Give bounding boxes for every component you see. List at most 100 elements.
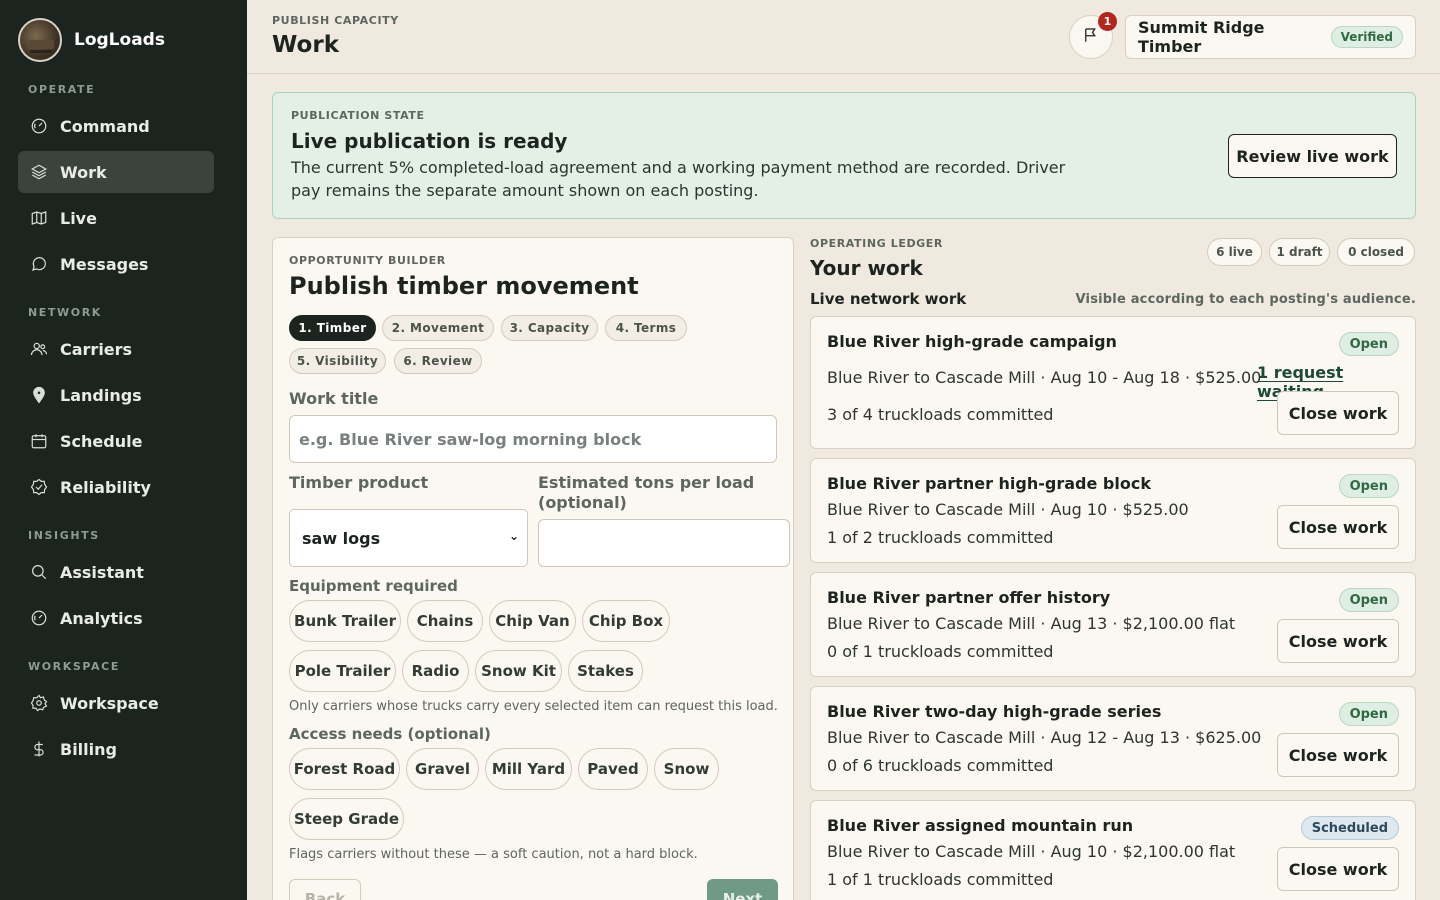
next-button[interactable]: Next	[707, 879, 778, 900]
close-work-button[interactable]: Close work	[1277, 619, 1399, 663]
section-label-operate: OPERATE	[28, 83, 96, 96]
close-work-button[interactable]: Close work	[1277, 505, 1399, 549]
step-visibility[interactable]: 5. Visibility	[289, 348, 386, 374]
step-movement[interactable]: 2. Movement	[382, 315, 494, 341]
sidebar-item-label: Schedule	[60, 431, 143, 451]
calendar-icon	[30, 432, 48, 450]
page-header: PUBLISH CAPACITY Work 1 Summit Ridge Tim…	[247, 0, 1440, 74]
access-pill[interactable]: Forest Road	[289, 748, 400, 790]
equipment-hint: Only carriers whose trucks carry every s…	[289, 699, 778, 714]
step-terms[interactable]: 4. Terms	[605, 315, 687, 341]
status-badge: Open	[1338, 702, 1399, 726]
sidebar-item-label: Live	[60, 208, 97, 228]
sidebar-item-landings[interactable]: Landings	[18, 374, 214, 416]
close-work-button[interactable]: Close work	[1277, 391, 1399, 435]
work-card-route: Blue River to Cascade Mill · Aug 10 · $2…	[827, 842, 1236, 861]
work-card-commitment: 1 of 2 truckloads committed	[827, 528, 1054, 547]
work-card: Blue River assigned mountain run Schedul…	[810, 800, 1416, 900]
access-hint: Flags carriers without these — a soft ca…	[289, 847, 698, 862]
section-label-insights: INSIGHTS	[28, 529, 100, 542]
map-icon	[30, 209, 48, 227]
work-card-title: Blue River assigned mountain run	[827, 816, 1134, 835]
builder-eyebrow: OPPORTUNITY BUILDER	[289, 254, 446, 267]
work-card-title: Blue River high-grade campaign	[827, 332, 1117, 351]
equipment-pill[interactable]: Chip Van	[489, 600, 576, 642]
badge-check-icon	[30, 478, 48, 496]
work-card: Blue River partner offer history Open Bl…	[810, 572, 1416, 677]
sidebar-item-label: Analytics	[60, 608, 143, 628]
review-live-work-button[interactable]: Review live work	[1228, 134, 1397, 178]
banner-eyebrow: PUBLICATION STATE	[291, 109, 425, 122]
chevron-down-icon: ⌄	[508, 529, 519, 543]
sidebar-item-carriers[interactable]: Carriers	[18, 328, 214, 370]
ledger-title: Your work	[810, 256, 923, 280]
equipment-pill[interactable]: Chains	[407, 600, 483, 642]
org-switcher[interactable]: Summit Ridge Timber Verified	[1125, 15, 1416, 59]
work-card: Blue River high-grade campaign Open Blue…	[810, 316, 1416, 449]
equipment-pill[interactable]: Bunk Trailer	[289, 600, 401, 642]
tons-per-load-label: Estimated tons per load (optional)	[538, 473, 755, 512]
sidebar-item-label: Workspace	[60, 693, 159, 713]
page-eyebrow: PUBLISH CAPACITY	[272, 14, 399, 27]
sidebar-item-billing[interactable]: Billing	[18, 728, 214, 770]
step-timber[interactable]: 1. Timber	[289, 315, 376, 341]
access-pill[interactable]: Paved	[578, 748, 648, 790]
work-card-route: Blue River to Cascade Mill · Aug 13 · $2…	[827, 614, 1236, 633]
gauge-icon	[30, 117, 48, 135]
sidebar-item-command[interactable]: Command	[18, 105, 214, 147]
work-card-commitment: 0 of 6 truckloads committed	[827, 756, 1054, 775]
access-pill[interactable]: Steep Grade	[289, 798, 404, 840]
step-capacity[interactable]: 3. Capacity	[501, 315, 598, 341]
sidebar: LogLoads OPERATE Command Work Live Messa…	[0, 0, 247, 900]
access-pill[interactable]: Gravel	[406, 748, 479, 790]
publication-state-banner: PUBLICATION STATE Live publication is re…	[272, 92, 1416, 219]
chat-icon	[30, 255, 48, 273]
work-card-commitment: 1 of 1 truckloads committed	[827, 870, 1054, 889]
flag-icon	[1082, 26, 1100, 48]
work-card: Blue River two-day high-grade series Ope…	[810, 686, 1416, 791]
timber-product-select[interactable]: saw logs ⌄	[289, 509, 528, 567]
sidebar-item-label: Carriers	[60, 339, 133, 359]
access-pill[interactable]: Mill Yard	[485, 748, 572, 790]
sidebar-item-label: Work	[60, 162, 107, 182]
org-name: Summit Ridge Timber	[1138, 18, 1265, 56]
logo	[18, 18, 62, 62]
sidebar-item-reliability[interactable]: Reliability	[18, 466, 214, 508]
back-button[interactable]: Back	[289, 879, 361, 900]
sidebar-item-work[interactable]: Work	[18, 151, 214, 193]
ledger-eyebrow: OPERATING LEDGER	[810, 237, 943, 250]
work-card-commitment: 0 of 1 truckloads committed	[827, 642, 1054, 661]
status-badge: Scheduled	[1300, 816, 1399, 840]
equipment-pill[interactable]: Chip Box	[582, 600, 670, 642]
section-label-network: NETWORK	[28, 306, 102, 319]
work-card-route: Blue River to Cascade Mill · Aug 12 - Au…	[827, 728, 1262, 747]
access-pill[interactable]: Snow	[654, 748, 719, 790]
sidebar-item-label: Assistant	[60, 562, 144, 582]
close-work-button[interactable]: Close work	[1277, 733, 1399, 777]
tons-per-load-input[interactable]	[538, 519, 790, 567]
equipment-pill[interactable]: Stakes	[568, 650, 643, 692]
users-icon	[30, 340, 48, 358]
step-review[interactable]: 6. Review	[394, 348, 482, 374]
live-network-work-heading: Live network work	[810, 290, 967, 308]
pin-icon	[30, 386, 48, 404]
verified-badge: Verified	[1330, 26, 1403, 48]
notification-count-badge: 1	[1098, 12, 1117, 31]
sidebar-item-workspace[interactable]: Workspace	[18, 682, 214, 724]
timber-product-label: Timber product	[289, 473, 429, 492]
equipment-pill[interactable]: Snow Kit	[475, 650, 562, 692]
sidebar-item-schedule[interactable]: Schedule	[18, 420, 214, 462]
status-badge: Open	[1338, 332, 1399, 356]
work-title-input[interactable]: e.g. Blue River saw-log morning block	[289, 415, 777, 463]
sidebar-item-assistant[interactable]: Assistant	[18, 551, 214, 593]
banner-title: Live publication is ready	[291, 129, 568, 153]
work-card-title: Blue River two-day high-grade series	[827, 702, 1162, 721]
sidebar-item-messages[interactable]: Messages	[18, 243, 214, 285]
equipment-pill[interactable]: Pole Trailer	[289, 650, 396, 692]
brand[interactable]: LogLoads	[18, 18, 165, 62]
sidebar-item-analytics[interactable]: Analytics	[18, 597, 214, 639]
close-work-button[interactable]: Close work	[1277, 847, 1399, 891]
builder-title: Publish timber movement	[289, 272, 639, 300]
equipment-pill[interactable]: Radio	[402, 650, 469, 692]
sidebar-item-live[interactable]: Live	[18, 197, 214, 239]
